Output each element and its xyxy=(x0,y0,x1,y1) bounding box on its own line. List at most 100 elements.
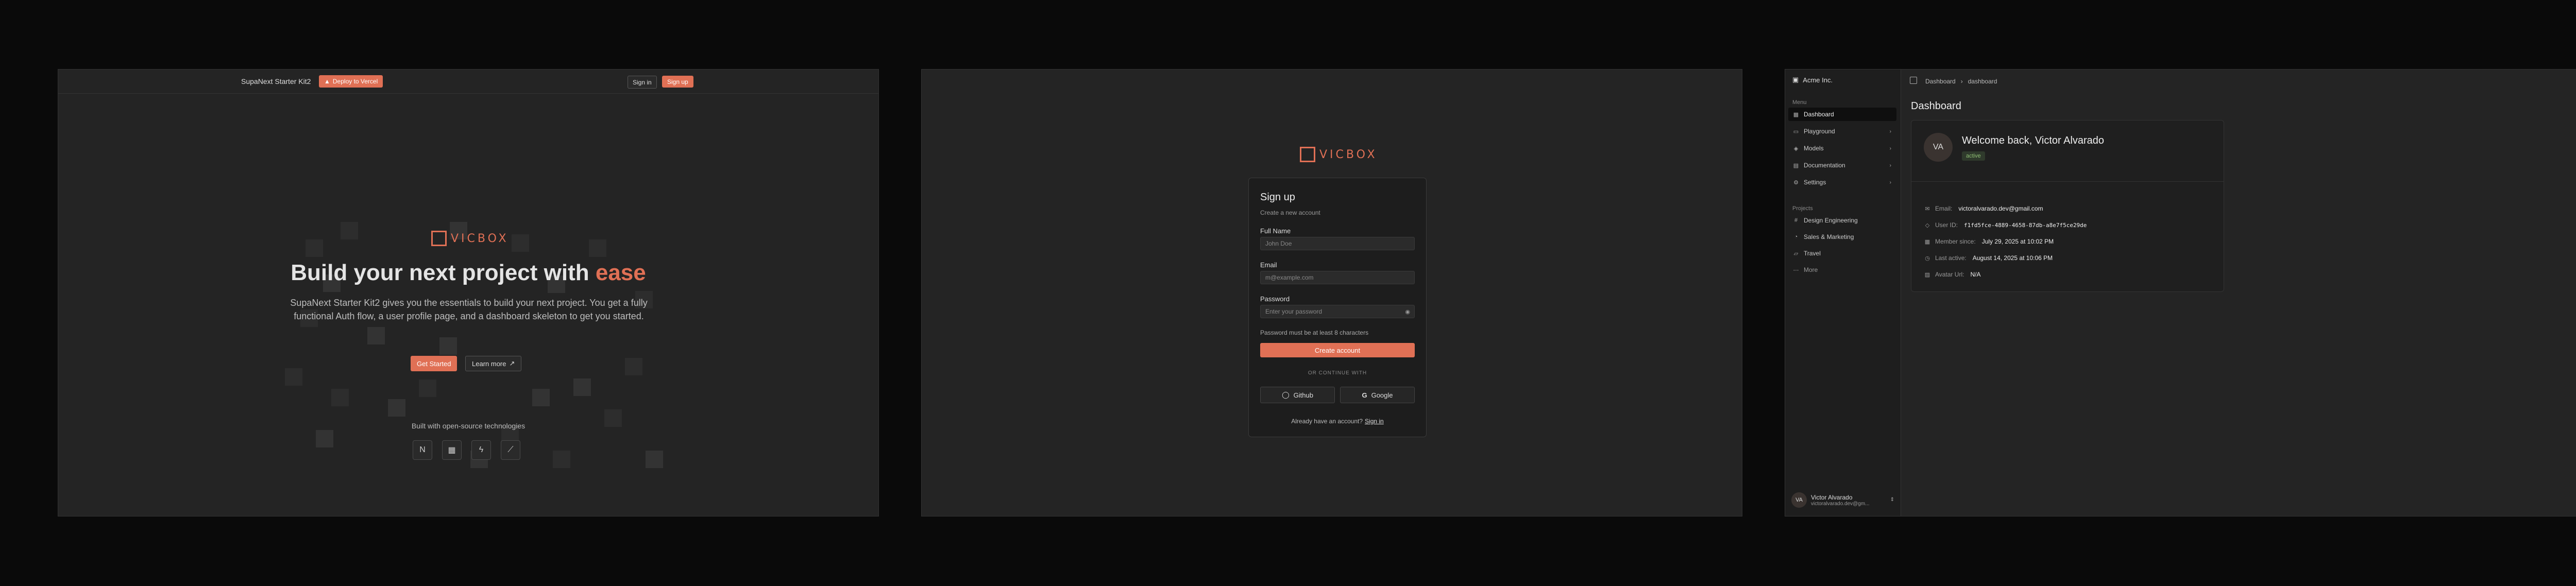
profile-avatar: VA xyxy=(1924,133,1953,162)
signin-button[interactable]: Sign in xyxy=(628,76,657,89)
divider xyxy=(1911,181,2224,182)
hero-subtitle: SupaNext Starter Kit2 gives you the esse… xyxy=(290,298,648,321)
chevron-right-icon: › xyxy=(1889,145,1891,151)
landing-panel: SupaNext Starter Kit2 ▲ Deploy to Vercel… xyxy=(58,69,879,516)
github-button[interactable]: ◯ Github xyxy=(1260,387,1335,403)
hero-logo: VICBOX xyxy=(431,231,509,246)
avatar: VA xyxy=(1791,492,1807,508)
info-row-userid: ◇ User ID: f1fd5fce-4889-4658-87db-a8e7f… xyxy=(1924,221,2087,229)
project-item-sales[interactable]: ◔ Sales & Marketing xyxy=(1788,230,1896,244)
info-row-last-active: ◷ Last active: August 14, 2025 at 10:06 … xyxy=(1924,254,2053,262)
sidebar-item-models[interactable]: ◈ Models › xyxy=(1788,142,1896,155)
image-icon: ▨ xyxy=(1924,271,1930,278)
sidebar-item-settings[interactable]: ⚙ Settings › xyxy=(1788,176,1896,189)
chevron-right-icon: › xyxy=(1889,162,1891,168)
menu-section-label: Menu xyxy=(1792,99,1807,106)
email-label: Email xyxy=(1260,261,1277,269)
learn-more-button[interactable]: Learn more ↗ xyxy=(465,356,522,371)
breadcrumb-dashboard[interactable]: Dashboard xyxy=(1925,78,1956,85)
breadcrumb-current: dashboard xyxy=(1968,78,1997,85)
mail-icon: ✉ xyxy=(1925,205,1930,212)
page-title: Dashboard xyxy=(1911,100,1961,112)
user-name: Victor Alvarado xyxy=(1811,493,1853,501)
logo-square-icon xyxy=(1300,147,1315,162)
already-account: Already have an account? Sign in xyxy=(1291,418,1384,425)
tool-icon[interactable]: ⟋ xyxy=(501,440,520,460)
signup-panel: VICBOX Sign up Create a new account Full… xyxy=(921,69,1742,516)
shield-icon: ◇ xyxy=(1925,222,1930,229)
password-input[interactable]: Enter your password ◉ xyxy=(1260,305,1415,318)
grid-icon: ▦ xyxy=(1793,111,1799,118)
signup-button[interactable]: Sign up xyxy=(662,76,693,88)
info-row-email: ✉ Email: victoralvarado.dev@gmail.com xyxy=(1924,205,2043,212)
sidebar-item-playground[interactable]: ▭ Playground › xyxy=(1788,125,1896,138)
bot-icon: ◈ xyxy=(1793,145,1799,152)
more-icon: ⋯ xyxy=(1793,267,1799,273)
triangle-icon: ▲ xyxy=(324,78,330,85)
project-item-design[interactable]: # Design Engineering xyxy=(1788,214,1896,227)
deploy-label: Deploy to Vercel xyxy=(332,78,378,85)
sidebar-toggle-icon[interactable] xyxy=(1910,77,1917,84)
signup-subtitle: Create a new account xyxy=(1260,209,1320,216)
profile-card: VA Welcome back, Victor Alvarado active … xyxy=(1911,120,2224,292)
github-icon: ◯ xyxy=(1282,391,1290,399)
box-icon: ▣ xyxy=(1792,76,1799,83)
calendar-icon: ▦ xyxy=(1924,238,1930,245)
terminal-icon: ▭ xyxy=(1793,128,1799,135)
sidebar-item-documentation[interactable]: ▤ Documentation › xyxy=(1788,159,1896,172)
chevron-right-icon: › xyxy=(1960,78,1963,85)
hero-title: Build your next project with ease xyxy=(291,260,646,285)
info-row-avatar-url: ▨ Avatar Url: N/A xyxy=(1924,271,1981,278)
dashboard-panel: ▣ Acme Inc. Menu ▦ Dashboard ▭ Playgroun… xyxy=(1785,69,2576,516)
built-with-text: Built with open-source technologies xyxy=(411,422,526,430)
gear-icon: ⚙ xyxy=(1793,179,1799,186)
chevrons-up-down-icon: ⇕ xyxy=(1890,497,1894,503)
top-nav: SupaNext Starter Kit2 ▲ Deploy to Vercel… xyxy=(58,70,878,94)
supabase-icon[interactable]: ϟ xyxy=(471,440,491,460)
sidebar-item-dashboard[interactable]: ▦ Dashboard xyxy=(1788,108,1896,121)
info-row-member-since: ▦ Member since: July 29, 2025 at 10:02 P… xyxy=(1924,238,2054,245)
project-item-travel[interactable]: ▱ Travel xyxy=(1788,247,1896,260)
password-hint: Password must be at least 8 characters xyxy=(1260,329,1369,336)
projects-section-label: Projects xyxy=(1792,205,1813,212)
sidebar-brand[interactable]: ▣ Acme Inc. xyxy=(1792,76,1833,84)
chevron-right-icon: › xyxy=(1889,128,1891,134)
signin-link[interactable]: Sign in xyxy=(1365,418,1384,425)
fullname-label: Full Name xyxy=(1260,227,1291,235)
breadcrumb: Dashboard › dashboard xyxy=(1925,78,1997,85)
eye-icon[interactable]: ◉ xyxy=(1405,308,1410,315)
fullname-input[interactable]: John Doe xyxy=(1260,237,1415,250)
logo-square-icon xyxy=(431,231,447,246)
welcome-heading: Welcome back, Victor Alvarado xyxy=(1962,135,2105,146)
sidebar: ▣ Acme Inc. Menu ▦ Dashboard ▭ Playgroun… xyxy=(1785,70,1901,516)
external-link-icon: ↗ xyxy=(509,359,515,367)
chevron-right-icon: › xyxy=(1889,179,1891,185)
email-input[interactable]: m@example.com xyxy=(1260,271,1415,284)
google-icon: G xyxy=(1362,391,1367,399)
clock-icon: ◷ xyxy=(1925,255,1930,262)
logo-text: VICBOX xyxy=(1319,148,1378,161)
get-started-button[interactable]: Get Started xyxy=(411,356,457,371)
frame-icon: # xyxy=(1794,217,1798,223)
password-label: Password xyxy=(1260,295,1290,303)
signup-title: Sign up xyxy=(1260,192,1295,203)
user-email: victoralvarado.dev@gm... xyxy=(1811,501,1870,507)
logo-text: VICBOX xyxy=(451,232,509,245)
map-icon: ▱ xyxy=(1793,250,1799,257)
nextjs-icon[interactable]: N xyxy=(413,440,432,460)
signup-card: Sign up Create a new account Full Name J… xyxy=(1248,178,1427,437)
create-account-button[interactable]: Create account xyxy=(1260,343,1415,357)
status-badge: active xyxy=(1962,151,1985,161)
book-icon: ▤ xyxy=(1793,162,1799,169)
brand-name[interactable]: SupaNext Starter Kit2 xyxy=(241,77,311,85)
google-button[interactable]: G Google xyxy=(1340,387,1415,403)
sidebar-user[interactable]: VA Victor Alvarado victoralvarado.dev@gm… xyxy=(1788,489,1896,511)
project-item-more[interactable]: ⋯ More xyxy=(1788,263,1896,277)
deploy-button[interactable]: ▲ Deploy to Vercel xyxy=(319,75,383,88)
dashboard-header: Dashboard › dashboard xyxy=(1901,70,2576,93)
hero-title-accent: ease xyxy=(595,260,646,285)
pie-chart-icon: ◔ xyxy=(1794,234,1798,240)
signup-logo: VICBOX xyxy=(1300,147,1378,162)
calendar-icon[interactable]: ▦ xyxy=(442,440,462,460)
or-divider: OR CONTINUE WITH xyxy=(1308,370,1367,376)
